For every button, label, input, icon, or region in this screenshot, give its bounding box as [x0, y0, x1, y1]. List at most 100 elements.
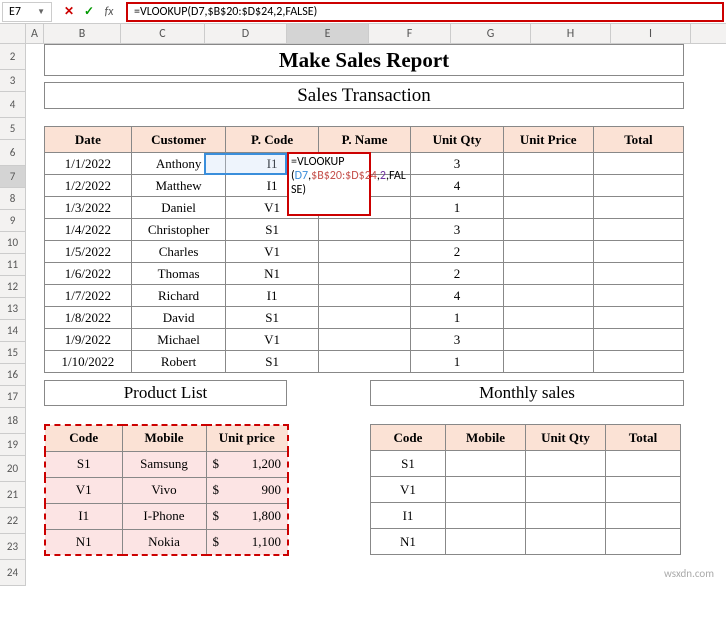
- cell[interactable]: $1,100: [206, 529, 288, 555]
- col-header-I[interactable]: I: [611, 24, 691, 43]
- cell[interactable]: [593, 153, 683, 175]
- cell[interactable]: V1: [226, 329, 318, 351]
- cells-area[interactable]: Make Sales Report Sales Transaction Date…: [26, 44, 726, 586]
- cell[interactable]: [503, 241, 593, 263]
- col-header-G[interactable]: G: [451, 24, 531, 43]
- cell[interactable]: $900: [206, 477, 288, 503]
- row-header[interactable]: 16: [0, 364, 26, 386]
- cell[interactable]: Samsung: [122, 451, 206, 477]
- cell[interactable]: 4: [411, 285, 503, 307]
- cell[interactable]: N1: [371, 529, 446, 555]
- th-customer[interactable]: Customer: [131, 127, 226, 153]
- cell[interactable]: [606, 451, 681, 477]
- cell[interactable]: Nokia: [122, 529, 206, 555]
- name-box[interactable]: E7 ▼: [2, 2, 52, 22]
- row-header[interactable]: 13: [0, 298, 26, 320]
- cell[interactable]: 2: [411, 241, 503, 263]
- col-header-D[interactable]: D: [205, 24, 287, 43]
- cell[interactable]: [318, 351, 410, 373]
- cell[interactable]: [593, 197, 683, 219]
- th-qty[interactable]: Unit Qty: [411, 127, 503, 153]
- row-header[interactable]: 18: [0, 408, 26, 434]
- cell[interactable]: 3: [411, 219, 503, 241]
- ms-th-mobile[interactable]: Mobile: [446, 425, 526, 451]
- cell[interactable]: [318, 329, 410, 351]
- cell[interactable]: [503, 263, 593, 285]
- cell[interactable]: $1,200: [206, 451, 288, 477]
- row-header[interactable]: 6: [0, 140, 26, 166]
- row-header[interactable]: 10: [0, 232, 26, 254]
- th-pcode[interactable]: P. Code: [226, 127, 318, 153]
- cell[interactable]: [503, 285, 593, 307]
- cell[interactable]: David: [131, 307, 226, 329]
- cell[interactable]: [318, 307, 410, 329]
- cell[interactable]: [503, 351, 593, 373]
- col-header-B[interactable]: B: [44, 24, 121, 43]
- pl-th-code[interactable]: Code: [45, 425, 122, 451]
- row-header[interactable]: 23: [0, 534, 26, 560]
- cell[interactable]: 2: [411, 263, 503, 285]
- cell[interactable]: Vivo: [122, 477, 206, 503]
- cell[interactable]: 3: [411, 329, 503, 351]
- cell[interactable]: 1/5/2022: [45, 241, 132, 263]
- cell[interactable]: [593, 329, 683, 351]
- col-header-E[interactable]: E: [287, 24, 369, 43]
- th-price[interactable]: Unit Price: [503, 127, 593, 153]
- row-header[interactable]: 2: [0, 44, 26, 70]
- cell[interactable]: [593, 351, 683, 373]
- cell[interactable]: [593, 307, 683, 329]
- th-date[interactable]: Date: [45, 127, 132, 153]
- cell[interactable]: [318, 241, 410, 263]
- cell[interactable]: [446, 503, 526, 529]
- editing-cell-E7[interactable]: =VLOOKUP (D7,$B$20:$D$24,2,FALSE): [287, 152, 371, 216]
- cell[interactable]: N1: [45, 529, 122, 555]
- row-header[interactable]: 12: [0, 276, 26, 298]
- pl-th-price[interactable]: Unit price: [206, 425, 288, 451]
- cell[interactable]: [526, 529, 606, 555]
- row-header[interactable]: 4: [0, 92, 26, 118]
- row-header[interactable]: 8: [0, 188, 26, 210]
- col-header-C[interactable]: C: [121, 24, 205, 43]
- cell[interactable]: [606, 477, 681, 503]
- cell[interactable]: N1: [226, 263, 318, 285]
- cell[interactable]: Thomas: [131, 263, 226, 285]
- row-header[interactable]: 21: [0, 482, 26, 508]
- select-all-corner[interactable]: [0, 24, 26, 43]
- th-pname[interactable]: P. Name: [318, 127, 410, 153]
- row-header[interactable]: 3: [0, 70, 26, 92]
- row-header[interactable]: 7: [0, 166, 26, 188]
- cell[interactable]: S1: [226, 307, 318, 329]
- cell[interactable]: [606, 503, 681, 529]
- cell[interactable]: [446, 477, 526, 503]
- cell[interactable]: 1: [411, 307, 503, 329]
- row-header[interactable]: 15: [0, 342, 26, 364]
- cell[interactable]: 1: [411, 351, 503, 373]
- cell[interactable]: Christopher: [131, 219, 226, 241]
- cell[interactable]: V1: [371, 477, 446, 503]
- cell[interactable]: $1,800: [206, 503, 288, 529]
- row-header[interactable]: 11: [0, 254, 26, 276]
- cell[interactable]: [606, 529, 681, 555]
- cell[interactable]: 1/4/2022: [45, 219, 132, 241]
- cell[interactable]: Richard: [131, 285, 226, 307]
- th-total[interactable]: Total: [593, 127, 683, 153]
- cell[interactable]: V1: [45, 477, 122, 503]
- cell[interactable]: [446, 529, 526, 555]
- row-header[interactable]: 19: [0, 434, 26, 456]
- cell[interactable]: S1: [226, 219, 318, 241]
- row-header[interactable]: 5: [0, 118, 26, 140]
- cell[interactable]: I1: [371, 503, 446, 529]
- cell[interactable]: 3: [411, 153, 503, 175]
- col-header-F[interactable]: F: [369, 24, 451, 43]
- cell[interactable]: Michael: [131, 329, 226, 351]
- row-header[interactable]: 14: [0, 320, 26, 342]
- cell[interactable]: S1: [226, 351, 318, 373]
- cell[interactable]: 4: [411, 175, 503, 197]
- cell[interactable]: V1: [226, 241, 318, 263]
- ms-th-total[interactable]: Total: [606, 425, 681, 451]
- row-header[interactable]: 24: [0, 560, 26, 586]
- cell[interactable]: Daniel: [131, 197, 226, 219]
- cell[interactable]: Anthony: [131, 153, 226, 175]
- cell[interactable]: [446, 451, 526, 477]
- fx-icon[interactable]: fx: [102, 5, 116, 19]
